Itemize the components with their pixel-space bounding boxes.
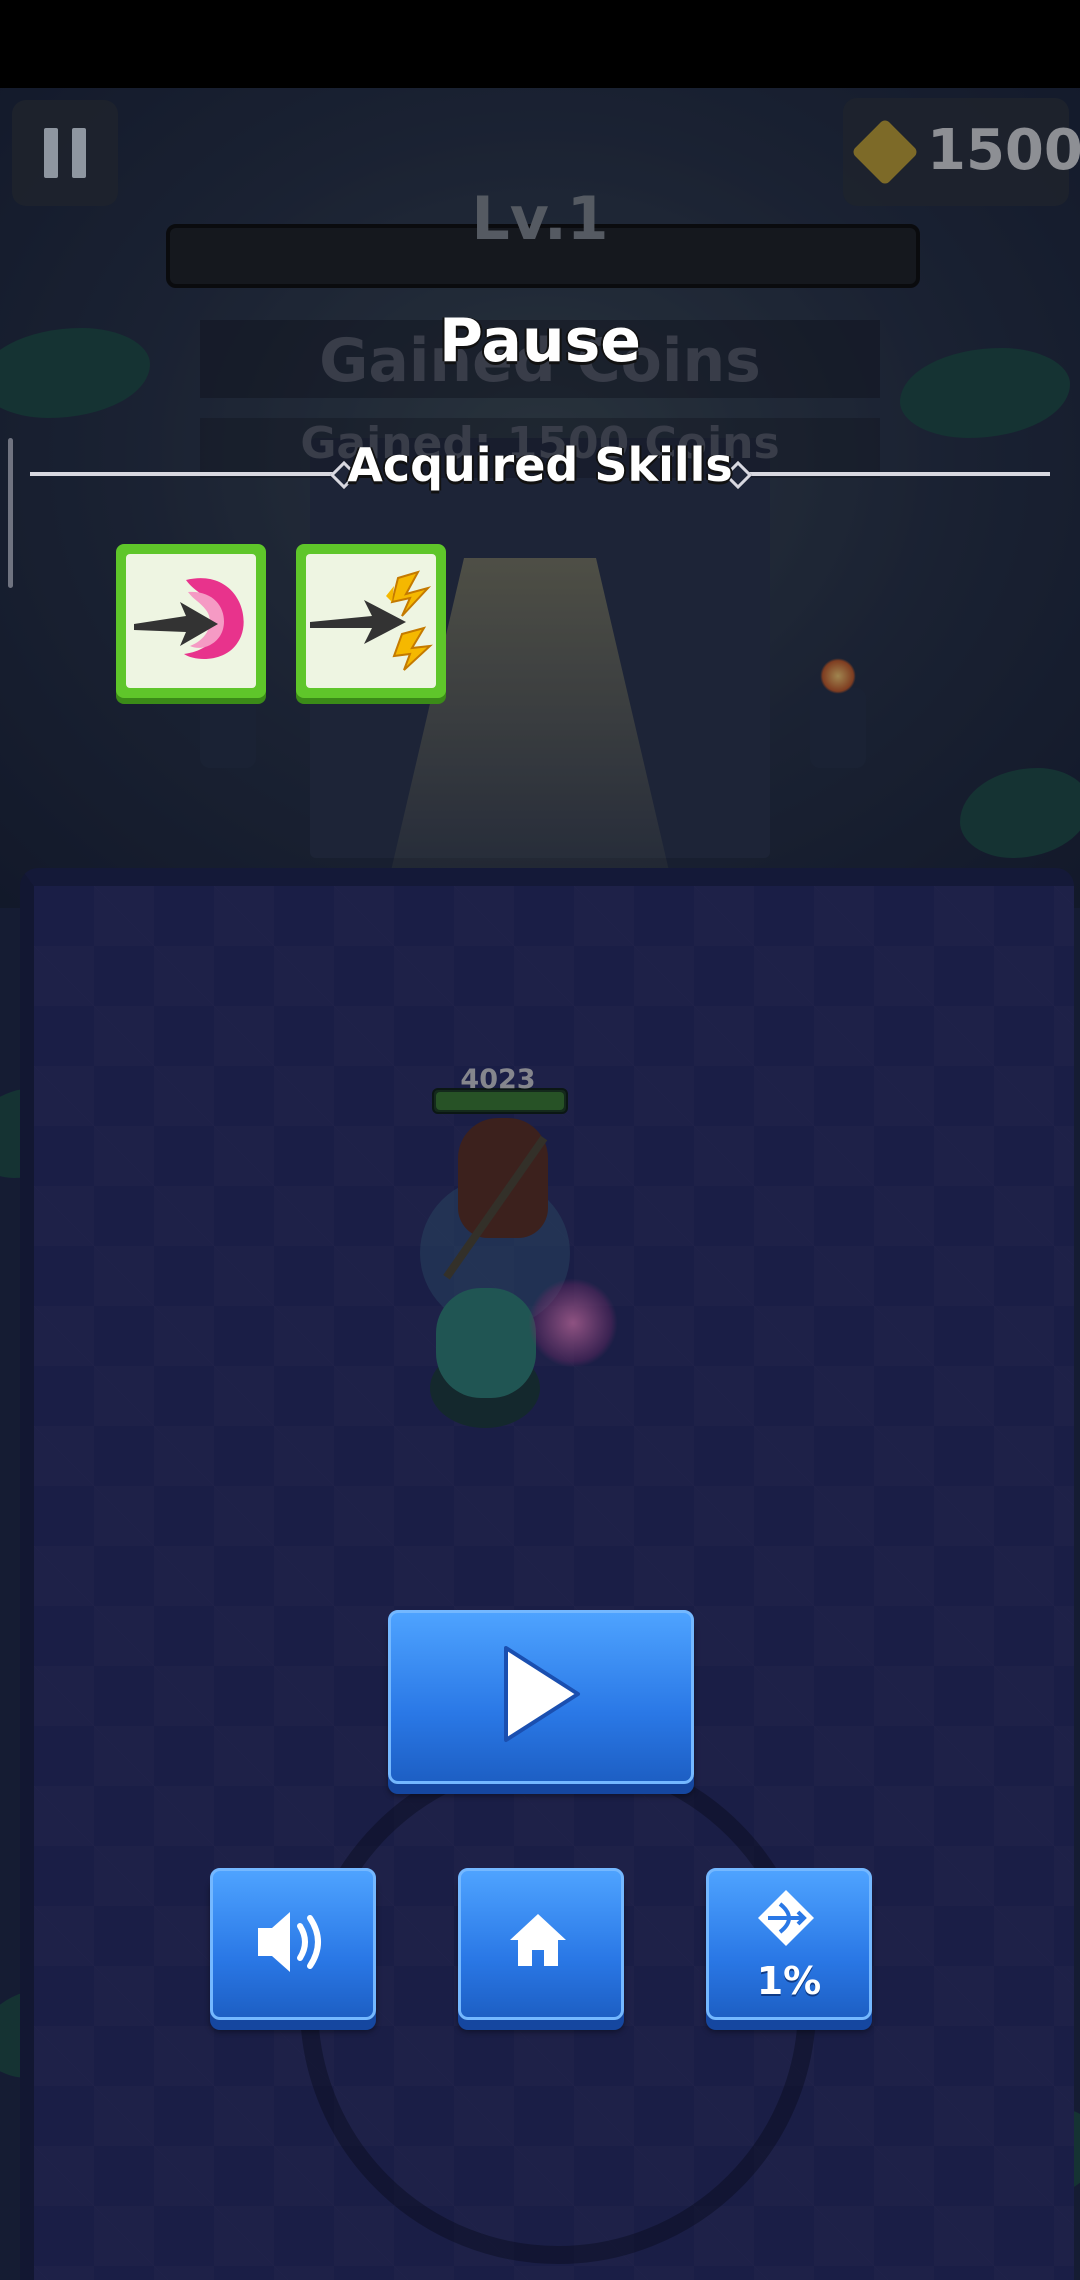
resume-button[interactable]: [388, 1610, 694, 1784]
coin-amount: 1500: [927, 118, 1080, 183]
skill-tile-1[interactable]: [116, 544, 266, 698]
home-icon: [510, 1914, 566, 1966]
acquired-skills-heading: Acquired Skills: [347, 438, 733, 492]
bow-diamond-icon: [758, 1890, 814, 1946]
status-bar: [0, 0, 1080, 88]
pause-title: Pause: [439, 306, 641, 376]
skill-tile-2[interactable]: [296, 544, 446, 698]
game-scene: 4023 Gained Coins Gained: 1500 Coins 150…: [0, 88, 1080, 2280]
pause-icon-bar: [72, 128, 86, 178]
pink-arrow-skill-icon: [134, 578, 244, 659]
bow-progress-button[interactable]: 1%: [706, 1868, 872, 2020]
play-icon: [504, 1646, 580, 1742]
home-button[interactable]: [458, 1868, 624, 2020]
level-label: Lv.1: [471, 184, 609, 254]
bow-progress-value: 1%: [756, 1959, 822, 2003]
speaker-icon: [258, 1912, 321, 1972]
sound-button[interactable]: [210, 1868, 376, 2020]
lightning-arrow-skill-icon: [310, 570, 433, 671]
pause-icon: [44, 128, 58, 178]
coin-icon: [851, 118, 919, 186]
